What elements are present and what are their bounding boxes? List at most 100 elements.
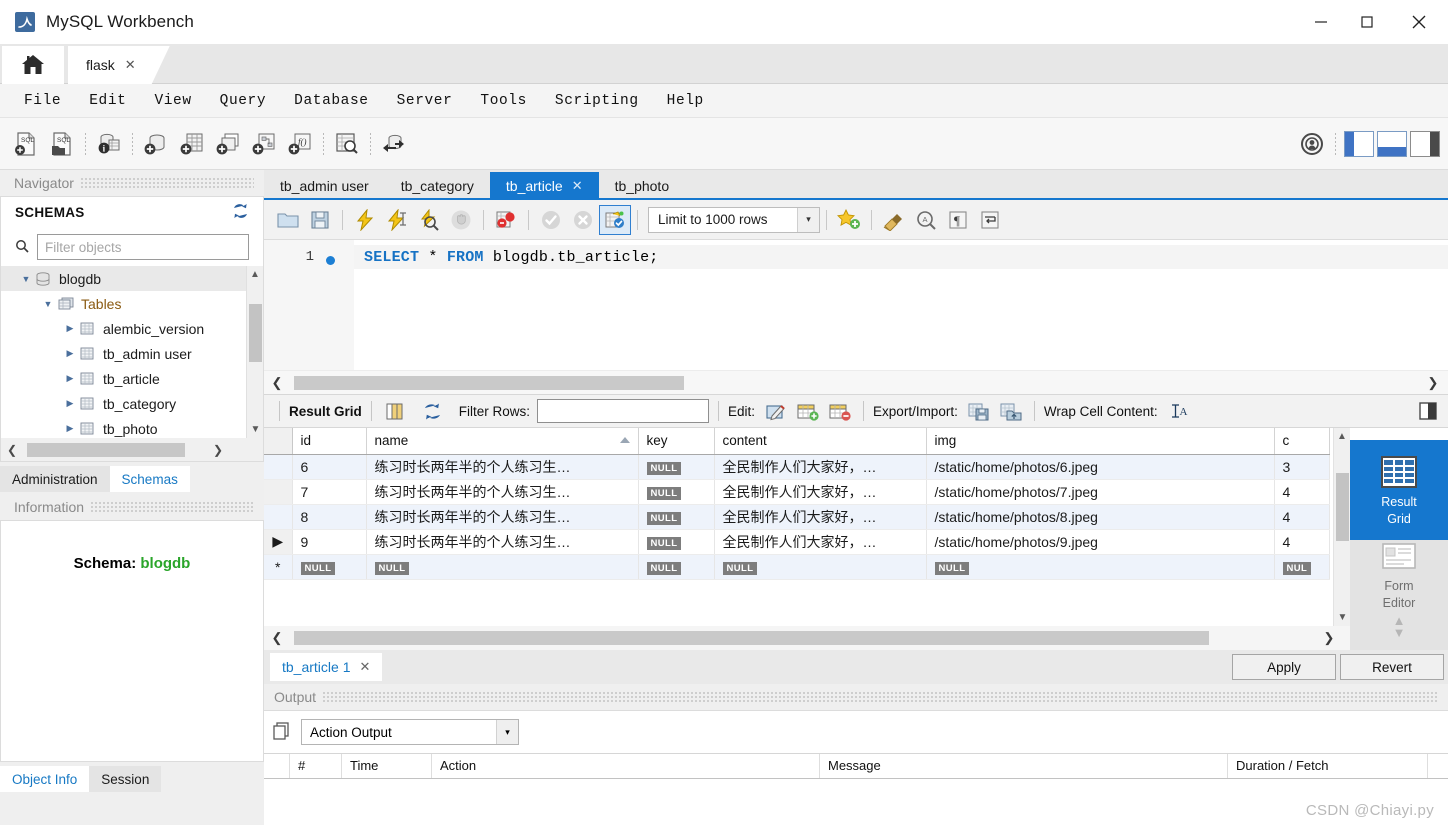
grid-columns-icon[interactable] <box>381 398 409 424</box>
output-column-duration[interactable]: Duration / Fetch <box>1228 754 1428 778</box>
sql-tab-tb-admin-user[interactable]: tb_admin user <box>264 172 385 200</box>
chevron-right-icon[interactable]: ▶ <box>63 423 77 434</box>
table-row[interactable]: 6 练习时长两年半的个人练习生… NULL 全民制作人们大家好，… /stati… <box>264 454 1330 480</box>
grid-horizontal-scrollbar[interactable]: ❮ ❯ <box>264 626 1350 650</box>
cell-c[interactable]: 4 <box>1274 479 1330 505</box>
scroll-down-icon[interactable]: ▼ <box>1334 609 1351 626</box>
tree-node-tb-article[interactable]: ▶ tb_article <box>1 366 263 391</box>
output-column-time[interactable]: Time <box>342 754 432 778</box>
chevron-right-icon[interactable]: ▶ <box>63 373 77 384</box>
create-procedure-icon[interactable] <box>246 124 282 164</box>
scroll-down-icon[interactable]: ▼ <box>247 421 263 438</box>
wrap-text-icon[interactable]: A <box>1165 398 1193 424</box>
output-column-action[interactable]: Action <box>432 754 820 778</box>
scroll-right-icon[interactable]: ❯ <box>207 443 229 457</box>
explain-query-icon[interactable] <box>413 205 445 235</box>
scroll-up-icon[interactable]: ▲ <box>247 266 263 283</box>
scrollbar-thumb[interactable] <box>294 631 1209 645</box>
scroll-right-icon[interactable]: ❯ <box>1316 630 1342 646</box>
row-limit-select[interactable]: Limit to 1000 rows ▾ <box>648 206 820 233</box>
tab-session[interactable]: Session <box>89 766 162 792</box>
grid-vertical-scrollbar[interactable]: ▲ ▼ <box>1333 428 1350 626</box>
sql-tab-tb-article[interactable]: tb_article ✕ <box>489 172 599 200</box>
tree-node-blogdb[interactable]: ▼ blogdb <box>1 266 263 291</box>
chevron-right-icon[interactable]: ▶ <box>63 398 77 409</box>
cell-id[interactable]: 9 <box>292 529 367 555</box>
editor-tab-flask[interactable]: flask ✕ <box>68 46 170 84</box>
create-schema-icon[interactable] <box>138 124 174 164</box>
toggle-stop-on-error-icon[interactable] <box>490 205 522 235</box>
cell-c[interactable]: NUL <box>1274 554 1330 580</box>
create-table-icon[interactable] <box>174 124 210 164</box>
commit-icon[interactable] <box>535 205 567 235</box>
filter-rows-input[interactable] <box>537 399 710 423</box>
refresh-icon[interactable] <box>419 398 447 424</box>
cell-key[interactable]: NULL <box>638 454 715 480</box>
chevron-down-icon[interactable]: ▼ <box>1393 626 1406 639</box>
rollback-icon[interactable] <box>567 205 599 235</box>
view-switch-result-grid[interactable]: Result Grid <box>1350 440 1448 540</box>
minimize-button[interactable] <box>1298 0 1344 44</box>
chevron-down-icon[interactable]: ▾ <box>797 207 819 232</box>
maximize-button[interactable] <box>1344 0 1390 44</box>
cell-img[interactable]: /static/home/photos/8.jpeg <box>926 504 1275 530</box>
row-marker-selected[interactable]: ▶ <box>264 529 293 555</box>
output-type-select[interactable]: Action Output ▾ <box>301 719 519 745</box>
cell-name[interactable]: NULL <box>366 554 639 580</box>
cell-name[interactable]: 练习时长两年半的个人练习生… <box>366 504 639 530</box>
tree-node-tb-admin-user[interactable]: ▶ tb_admin user <box>1 341 263 366</box>
tab-administration[interactable]: Administration <box>0 466 110 492</box>
output-column-message[interactable]: Message <box>820 754 1228 778</box>
cell-content[interactable]: NULL <box>714 554 927 580</box>
open-sql-script-icon[interactable]: SQL <box>44 124 80 164</box>
toggle-output-icon[interactable] <box>1377 131 1407 157</box>
cell-content[interactable]: 全民制作人们大家好，… <box>714 504 927 530</box>
cell-name[interactable]: 练习时长两年半的个人练习生… <box>366 479 639 505</box>
scroll-left-icon[interactable]: ❮ <box>264 630 290 646</box>
cell-content[interactable]: 全民制作人们大家好，… <box>714 479 927 505</box>
cell-c[interactable]: 4 <box>1274 504 1330 530</box>
table-row[interactable]: 8 练习时长两年半的个人练习生… NULL 全民制作人们大家好，… /stati… <box>264 504 1330 530</box>
output-column-number[interactable]: # <box>290 754 342 778</box>
scrollbar-thumb[interactable] <box>294 375 684 390</box>
refresh-icon[interactable] <box>232 203 249 222</box>
scroll-right-icon[interactable]: ❯ <box>1420 375 1446 391</box>
new-sql-tab-icon[interactable]: SQL <box>8 124 44 164</box>
row-marker[interactable] <box>264 504 293 530</box>
menu-item-edit[interactable]: Edit <box>75 90 140 112</box>
chevron-down-icon[interactable]: ▾ <box>496 720 518 744</box>
column-header-name[interactable]: name <box>366 428 639 455</box>
cell-content[interactable]: 全民制作人们大家好，… <box>714 529 927 555</box>
menu-item-file[interactable]: File <box>10 90 75 112</box>
export-recordset-icon[interactable] <box>965 398 993 424</box>
cell-key[interactable]: NULL <box>638 554 715 580</box>
chevron-down-icon[interactable]: ▼ <box>41 299 55 309</box>
close-button[interactable] <box>1390 0 1448 44</box>
menu-item-help[interactable]: Help <box>653 90 718 112</box>
sql-editor[interactable]: 1 SELECT * FROM blogdb.tb_article; <box>264 240 1448 370</box>
row-marker[interactable] <box>264 454 293 480</box>
import-recordset-icon[interactable] <box>997 398 1025 424</box>
stop-query-icon[interactable] <box>445 205 477 235</box>
toggle-word-wrap-icon[interactable] <box>974 205 1006 235</box>
server-status-icon[interactable] <box>1294 124 1330 164</box>
toggle-sidebar-icon[interactable] <box>1344 131 1374 157</box>
close-icon[interactable]: ✕ <box>359 659 370 675</box>
schema-tree-horizontal-scrollbar[interactable]: ❮ ❯ <box>0 438 264 462</box>
column-header-c[interactable]: c <box>1274 428 1330 455</box>
edit-row-icon[interactable] <box>762 398 790 424</box>
cell-id[interactable]: 8 <box>292 504 367 530</box>
sql-tab-tb-category[interactable]: tb_category <box>385 172 490 200</box>
cell-c[interactable]: 3 <box>1274 454 1330 480</box>
chevron-right-icon[interactable]: ▶ <box>63 348 77 359</box>
table-row[interactable]: 7 练习时长两年半的个人练习生… NULL 全民制作人们大家好，… /stati… <box>264 479 1330 505</box>
reconnect-server-icon[interactable] <box>376 124 412 164</box>
schema-inspector-icon[interactable]: i <box>91 124 127 164</box>
create-function-icon[interactable]: f() <box>282 124 318 164</box>
column-header-key[interactable]: key <box>638 428 715 455</box>
open-script-icon[interactable] <box>272 205 304 235</box>
sql-tab-tb-photo[interactable]: tb_photo <box>599 172 686 200</box>
insert-row-icon[interactable] <box>794 398 822 424</box>
cell-img[interactable]: NULL <box>926 554 1275 580</box>
filter-objects-input[interactable]: Filter objects <box>37 234 249 260</box>
